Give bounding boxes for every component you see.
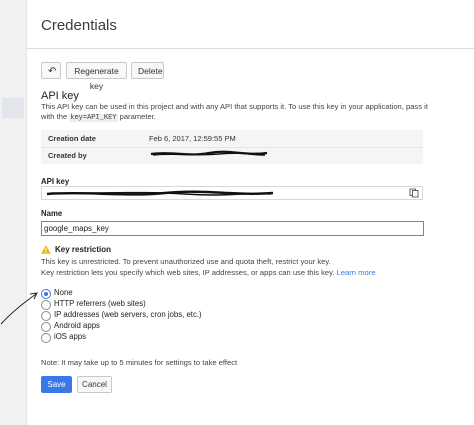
api-key-field-label: API key (41, 177, 70, 186)
name-field-label: Name (41, 209, 63, 218)
nav-selected-marker (2, 98, 24, 118)
learn-more-link[interactable]: Learn more (337, 268, 376, 277)
settings-delay-note: Note: It may take up to 5 minutes for se… (41, 358, 238, 367)
arrow-left-icon: ↶ (48, 66, 57, 77)
radio-button[interactable] (41, 311, 51, 321)
api-key-section-title: API key (41, 90, 79, 102)
regenerate-key-button[interactable]: Regenerate key (66, 62, 127, 91)
redacted-creator-scribble (150, 150, 268, 156)
radio-label: IP addresses (web servers, cron jobs, et… (54, 310, 202, 319)
radio-button[interactable] (41, 333, 51, 343)
radio-button[interactable] (41, 300, 51, 310)
radio-label: HTTP referrers (web sites) (54, 299, 146, 308)
page-title: Credentials (41, 17, 117, 34)
radio-label: None (54, 288, 73, 297)
api-key-description: This API key can be used in this project… (41, 102, 436, 123)
save-button[interactable]: Save (41, 376, 72, 393)
copy-icon[interactable] (409, 188, 419, 198)
page-header: Credentials (27, 0, 474, 49)
redacted-api-key-scribble (46, 190, 274, 196)
creation-date-row: Creation date Feb 6, 2017, 12:59:55 PM (41, 130, 423, 148)
annotation-arrow (0, 292, 38, 325)
delete-button[interactable]: Delete (131, 62, 164, 79)
radio-label: Android apps (54, 321, 100, 330)
radio-label: iOS apps (54, 332, 87, 341)
creation-date-value: Feb 6, 2017, 12:59:55 PM (149, 134, 236, 143)
key-restriction-title: Key restriction (55, 245, 112, 254)
radio-button[interactable] (41, 322, 51, 332)
api-key-field[interactable] (41, 186, 423, 200)
created-by-label: Created by (48, 151, 87, 160)
name-input[interactable] (41, 221, 424, 236)
restriction-line-1: This key is unrestricted. To prevent una… (41, 257, 331, 266)
description-text-end: parameter. (117, 112, 156, 121)
restriction-line-2: Key restriction lets you specify which w… (41, 268, 441, 279)
key-restriction-description: This key is unrestricted. To prevent una… (41, 257, 441, 278)
creation-date-label: Creation date (48, 134, 96, 143)
radio-button-selected[interactable] (41, 289, 51, 299)
restriction-line-2-text: Key restriction lets you specify which w… (41, 267, 335, 277)
cancel-button[interactable]: Cancel (77, 376, 112, 393)
warning-icon (41, 245, 51, 254)
description-code: key=API_KEY (69, 114, 118, 122)
left-nav-gutter (0, 0, 27, 425)
back-button[interactable]: ↶ (41, 62, 61, 79)
